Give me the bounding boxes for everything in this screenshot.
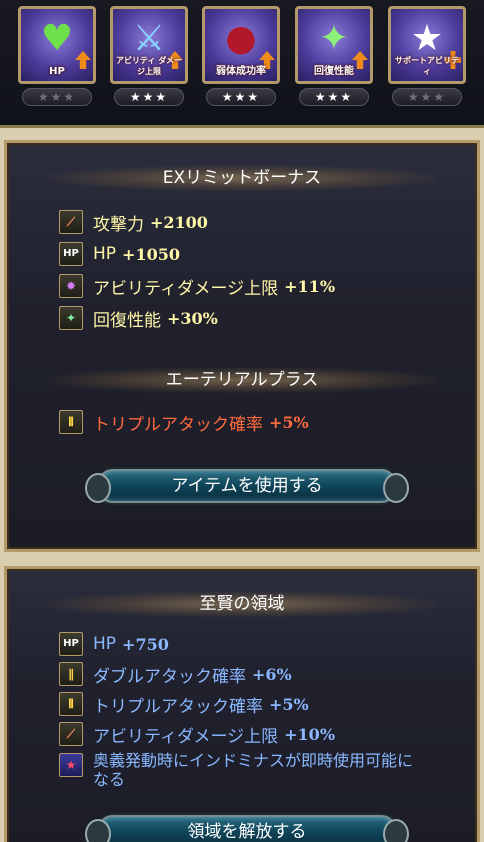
skill-support-frame: ★ サポートアビリティ xyxy=(388,6,466,84)
bonus-value: +11% xyxy=(284,276,336,296)
domain-value: +6% xyxy=(252,664,292,684)
skill-caption: 弱体成功率 xyxy=(216,66,266,77)
domain-note-line2: なる xyxy=(93,770,126,789)
skill-healing-frame: ✦ 回復性能 xyxy=(295,6,373,84)
domain-label: ダブルアタック確率 xyxy=(93,666,246,687)
bonus-row-heal: ✦ 回復性能 +30% xyxy=(59,305,218,331)
skill-caption: 回復性能 xyxy=(314,66,354,77)
release-domain-button[interactable]: 領域を解放する xyxy=(85,815,409,842)
bonus-row-ability-damage: ✸ アビリティダメージ上限 +11% xyxy=(59,273,335,299)
triple-attack-icon: ⫴ xyxy=(59,410,83,434)
skill-support-ability[interactable]: ★ サポートアビリティ ★★★ xyxy=(388,6,466,108)
skill-stars: ★★★ xyxy=(299,88,369,106)
ability-damage-icon: ✸ xyxy=(59,274,83,298)
hp-icon: HP xyxy=(59,242,83,266)
domain-label: トリプルアタック確率 xyxy=(93,696,263,717)
double-attack-icon: ∥ xyxy=(59,662,83,686)
skill-caption: アビリティ ダメージ上限 xyxy=(115,56,183,76)
domain-value: +750 xyxy=(122,634,169,654)
domain-note: 奥義発動時にインドミナスが即時使用可能に なる xyxy=(93,751,453,789)
hp-icon: HP xyxy=(59,632,83,656)
ex-bonus-title: EXリミットボーナス xyxy=(47,165,437,191)
domain-value: +5% xyxy=(269,694,309,714)
domain-row-hp: HP HP +750 xyxy=(59,631,169,657)
aetherial-row-triple-attack: ⫴ トリプルアタック確率 +5% xyxy=(59,409,309,435)
bonus-value: +1050 xyxy=(122,244,180,264)
skill-debuff-frame: ● 弱体成功率 xyxy=(202,6,280,84)
domain-row-special: ★ 奥義発動時にインドミナスが即時使用可能に なる xyxy=(59,751,453,795)
domain-row-ability-damage: ⟋ アビリティダメージ上限 +10% xyxy=(59,721,335,747)
domain-row-double-attack: ∥ ダブルアタック確率 +6% xyxy=(59,661,292,687)
aetherial-value: +5% xyxy=(269,412,309,432)
heal-icon: ✦ xyxy=(59,306,83,330)
skill-caption: サポートアビリティ xyxy=(395,56,459,76)
ability-damage-icon: ⟋ xyxy=(59,722,83,746)
skill-debuff-success[interactable]: ● 弱体成功率 ★★★ xyxy=(202,6,280,108)
bonus-label: 回復性能 xyxy=(93,310,161,331)
domain-label: HP xyxy=(93,634,117,654)
skill-stars: ★★★ xyxy=(22,88,92,106)
bonus-row-hp: HP HP +1050 xyxy=(59,241,180,267)
skill-hp[interactable]: ♥ HP ★★★ xyxy=(18,6,96,108)
skill-ability-frame: ⚔ アビリティ ダメージ上限 xyxy=(110,6,188,84)
skill-strip: ♥ HP ★★★ ⚔ アビリティ ダメージ上限 ★★★ ● 弱体成功率 ★★★ … xyxy=(0,0,484,128)
aetherial-label: トリプルアタック確率 xyxy=(93,414,263,435)
bonus-row-attack: ⟋ 攻撃力 +2100 xyxy=(59,209,208,235)
bonus-label: HP xyxy=(93,244,117,264)
domain-label: アビリティダメージ上限 xyxy=(93,726,279,747)
domain-note-line1: 奥義発動時にインドミナスが即時使用可能に xyxy=(93,751,414,770)
skill-stars: ★★★ xyxy=(206,88,276,106)
bonus-label: 攻撃力 xyxy=(93,214,144,235)
aetherial-title: エーテリアルプラス xyxy=(47,367,437,393)
skill-caption: HP xyxy=(49,66,65,77)
bonus-label: アビリティダメージ上限 xyxy=(93,278,279,299)
domain-row-triple-attack: ⫴ トリプルアタック確率 +5% xyxy=(59,691,309,717)
star-icon: ★ xyxy=(59,753,83,777)
skill-stars: ★★★ xyxy=(392,88,462,106)
skill-stars: ★★★ xyxy=(114,88,184,106)
domain-panel: 至賢の領域 HP HP +750 ∥ ダブルアタック確率 +6% ⫴ トリプルア… xyxy=(4,566,480,842)
skill-hp-frame: ♥ HP xyxy=(18,6,96,84)
use-item-button[interactable]: アイテムを使用する xyxy=(85,469,409,503)
bonus-value: +2100 xyxy=(150,212,208,232)
ex-bonus-panel: EXリミットボーナス ⟋ 攻撃力 +2100 HP HP +1050 ✸ アビリ… xyxy=(4,140,480,552)
attack-icon: ⟋ xyxy=(59,210,83,234)
domain-value: +10% xyxy=(284,724,336,744)
skill-healing[interactable]: ✦ 回復性能 ★★★ xyxy=(295,6,373,108)
domain-title: 至賢の領域 xyxy=(47,591,437,617)
triple-attack-icon: ⫴ xyxy=(59,692,83,716)
skill-ability-damage-cap[interactable]: ⚔ アビリティ ダメージ上限 ★★★ xyxy=(110,6,188,108)
bonus-value: +30% xyxy=(167,308,218,328)
